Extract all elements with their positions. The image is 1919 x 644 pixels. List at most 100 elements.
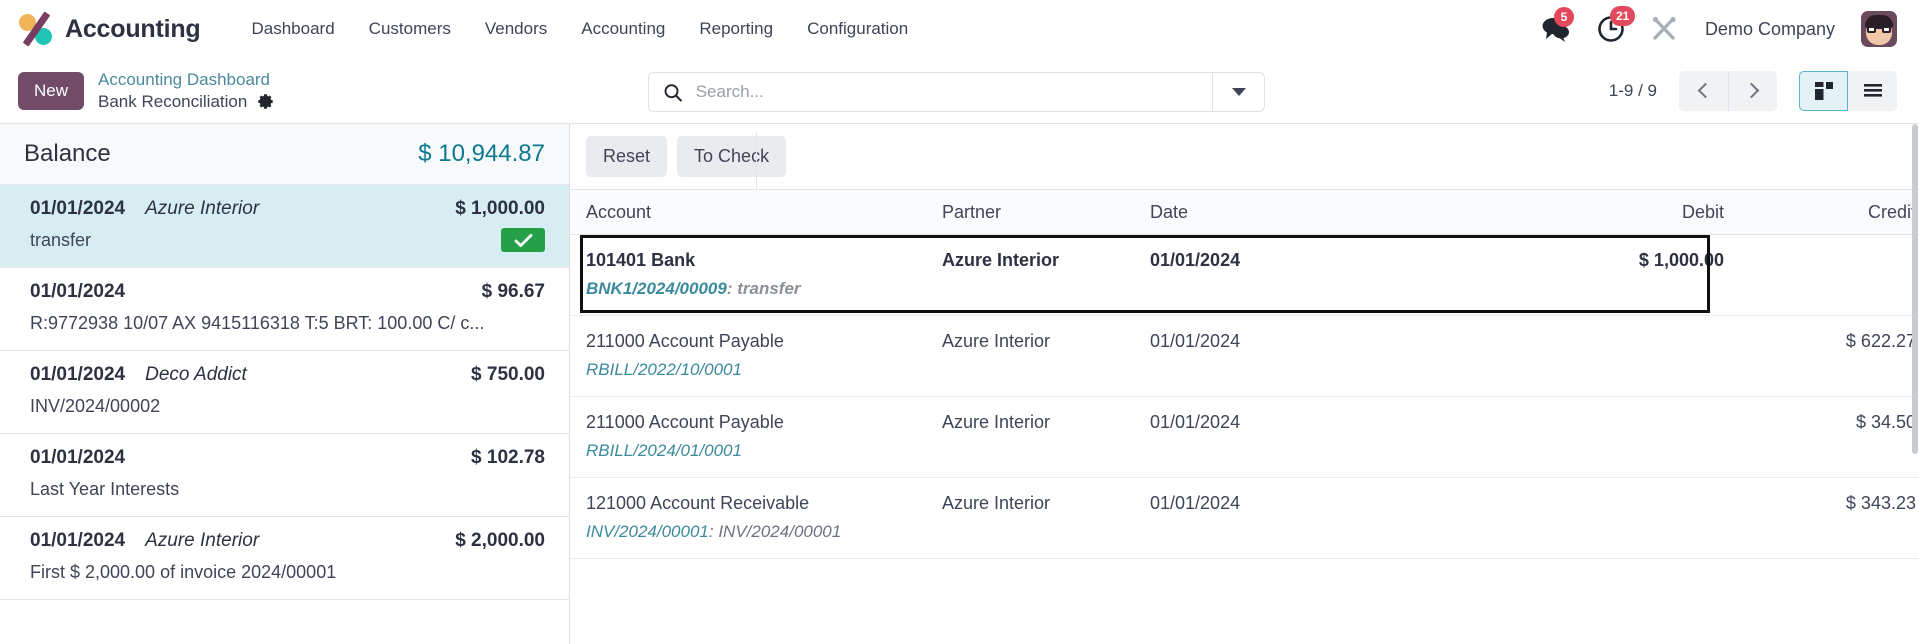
balance-value: $ 10,944.87 (418, 140, 545, 167)
breadcrumb-item-dashboard[interactable]: Accounting Dashboard (98, 69, 275, 90)
cell-account: 211000 Account Payable RBILL/2024/01/000… (570, 397, 942, 478)
search-dropdown-toggle[interactable] (1212, 73, 1264, 111)
odoo-logo-icon (18, 11, 54, 47)
new-button[interactable]: New (18, 71, 85, 110)
cell-credit (1750, 235, 1919, 316)
statement-line[interactable]: 01/01/2024 $ 96.67 R:9772938 10/07 AX 94… (0, 268, 569, 351)
move-reference-link[interactable]: BNK1/2024/00009 (586, 279, 727, 298)
move-reference-suffix: : INV/2024/00001 (708, 522, 842, 541)
menu-item-vendors[interactable]: Vendors (468, 11, 564, 47)
column-header-credit[interactable]: Credit (1750, 190, 1919, 235)
menu-item-configuration[interactable]: Configuration (790, 11, 925, 47)
move-reference[interactable]: BNK1/2024/00009: transfer (586, 279, 942, 299)
statement-line-label: First $ 2,000.00 of invoice 2024/00001 (30, 561, 337, 582)
menu-item-reporting[interactable]: Reporting (682, 11, 790, 47)
balance-label: Balance (24, 140, 111, 167)
table-header-row: Account Partner Date Debit Credit (570, 190, 1919, 235)
statement-line-amount: $ 2,000.00 (455, 530, 545, 551)
move-reference-link[interactable]: RBILL/2022/10/0001 (586, 360, 742, 379)
to-check-button[interactable]: To Check (677, 136, 787, 177)
user-avatar[interactable] (1861, 11, 1897, 47)
statement-line-date: 01/01/2024 (30, 198, 126, 219)
view-list-button[interactable] (1848, 70, 1897, 111)
cell-date: 01/01/2024 (1150, 331, 1241, 351)
account-name: 211000 Account Payable (586, 331, 784, 351)
reset-button[interactable]: Reset (586, 136, 668, 177)
statement-line-amount: $ 1,000.00 (455, 198, 545, 219)
view-switcher (1799, 70, 1897, 111)
balance-row: Balance $ 10,944.87 (0, 124, 569, 185)
statement-line-amount: $ 750.00 (471, 364, 545, 385)
debug-tools-button[interactable] (1651, 16, 1679, 42)
settings-gear-icon[interactable] (256, 92, 275, 111)
table-row[interactable]: 121000 Account Receivable INV/2024/00001… (570, 478, 1919, 559)
cell-credit: $ 34.50 (1855, 412, 1916, 432)
search-input[interactable] (695, 82, 1198, 102)
main-content: Balance $ 10,944.87 01/01/2024 Azure Int… (0, 124, 1919, 644)
company-switcher[interactable]: Demo Company (1705, 19, 1835, 40)
messages-button[interactable]: 5 (1541, 7, 1574, 42)
scrollbar-thumb[interactable] (1912, 124, 1918, 454)
statement-line-date: 01/01/2024 (30, 530, 126, 551)
menu-item-dashboard[interactable]: Dashboard (235, 11, 352, 47)
control-panel: New Accounting Dashboard Bank Reconcilia… (0, 58, 1919, 124)
search-icon (664, 83, 682, 102)
navbar-systray: 5 21 Demo Company (1541, 6, 1897, 47)
activities-button[interactable]: 21 (1597, 6, 1636, 43)
move-reference-link[interactable]: RBILL/2024/01/0001 (586, 441, 742, 460)
column-header-partner[interactable]: Partner (942, 190, 1150, 235)
vertical-scrollbar[interactable] (1911, 124, 1919, 644)
table-row[interactable]: 101401 Bank BNK1/2024/00009: transfer Az… (570, 234, 1919, 316)
control-panel-right: 1-9 / 9 (1608, 70, 1897, 111)
cell-debit (1450, 316, 1750, 397)
breadcrumb-current-label: Bank Reconciliation (98, 92, 248, 111)
pager-previous-button[interactable] (1679, 70, 1728, 111)
column-header-debit[interactable]: Debit (1450, 190, 1750, 235)
cell-partner: Azure Interior (942, 331, 1051, 351)
pager-counter: 1-9 / 9 (1608, 80, 1657, 100)
statement-line-partner: Azure Interior (145, 530, 260, 551)
statement-line[interactable]: 01/01/2024 Azure Interior $ 2,000.00 Fir… (0, 517, 569, 600)
statement-line-amount: $ 96.67 (481, 281, 545, 302)
statement-line-label: Last Year Interests (30, 478, 180, 499)
column-header-date[interactable]: Date (1150, 190, 1450, 235)
cell-credit: $ 343.23 (1845, 493, 1916, 513)
app-name: Accounting (65, 14, 201, 43)
statement-line-partner: Deco Addict (145, 364, 247, 385)
list-icon (1863, 83, 1882, 97)
cell-debit: $ 1,000.00 (1638, 250, 1724, 270)
menu-item-accounting[interactable]: Accounting (564, 11, 682, 47)
menu-item-customers[interactable]: Customers (352, 11, 468, 47)
pager-next-button[interactable] (1728, 70, 1777, 111)
brand-home-link[interactable]: Accounting (18, 11, 201, 47)
statement-line[interactable]: 01/01/2024 Deco Addict $ 750.00 INV/2024… (0, 351, 569, 434)
column-header-account[interactable]: Account (570, 190, 942, 235)
search-field-wrap[interactable] (649, 73, 1212, 111)
cell-date: 01/01/2024 (1150, 250, 1241, 270)
view-kanban-button[interactable] (1799, 70, 1848, 111)
table-header: Account Partner Date Debit Credit (570, 190, 1919, 235)
reconciled-check-badge (501, 228, 545, 252)
table-row[interactable]: 211000 Account Payable RBILL/2022/10/000… (570, 316, 1919, 397)
statement-line-partner: Azure Interior (145, 198, 260, 219)
statement-line-date: 01/01/2024 (30, 364, 126, 385)
pager-buttons (1679, 70, 1777, 111)
table-row[interactable]: 211000 Account Payable RBILL/2024/01/000… (570, 397, 1919, 478)
move-reference[interactable]: RBILL/2022/10/0001 (586, 360, 942, 380)
cell-credit: $ 622.27 (1845, 331, 1916, 351)
account-name: 211000 Account Payable (586, 412, 784, 432)
top-navbar: Accounting Dashboard Customers Vendors A… (0, 0, 1919, 58)
move-reference[interactable]: INV/2024/00001: INV/2024/00001 (586, 522, 942, 542)
account-name: 121000 Account Receivable (586, 493, 810, 513)
tools-icon (1652, 16, 1676, 40)
move-reference[interactable]: RBILL/2024/01/0001 (586, 441, 942, 461)
chevron-left-icon (1697, 82, 1714, 99)
statement-line-amount: $ 102.78 (471, 447, 545, 468)
reconciliation-panel: Reset To Check Account Partner Date Debi… (570, 124, 1919, 644)
statement-lines-panel: Balance $ 10,944.87 01/01/2024 Azure Int… (0, 124, 570, 644)
main-menu: Dashboard Customers Vendors Accounting R… (235, 11, 926, 47)
statement-line[interactable]: 01/01/2024 $ 102.78 Last Year Interests (0, 434, 569, 517)
actions-bar: Reset To Check (570, 124, 1919, 190)
statement-line[interactable]: 01/01/2024 Azure Interior $ 1,000.00 tra… (0, 185, 569, 268)
move-reference-link[interactable]: INV/2024/00001 (586, 522, 709, 541)
